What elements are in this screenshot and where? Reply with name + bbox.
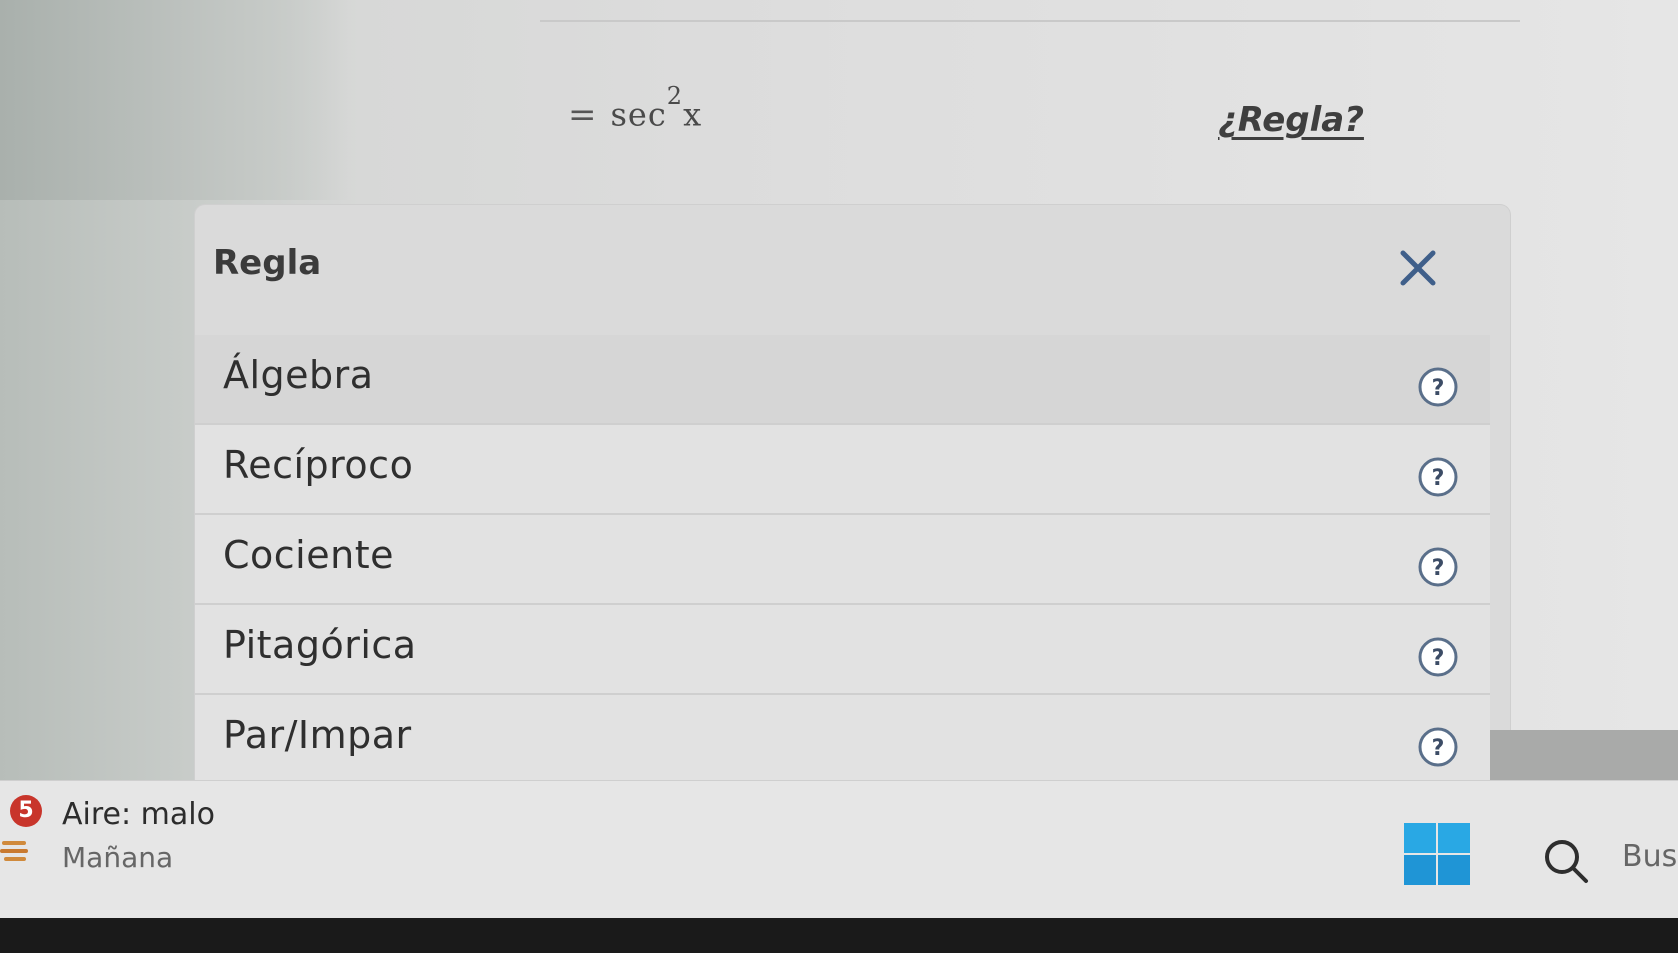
variable: x xyxy=(683,95,703,134)
weather-subtitle: Mañana xyxy=(62,841,174,874)
rule-item-reciprocal[interactable]: Recíproco ? xyxy=(195,425,1490,515)
divider xyxy=(540,20,1520,22)
search-box-text[interactable]: Bus xyxy=(1622,839,1677,874)
help-icon[interactable]: ? xyxy=(1416,365,1460,409)
search-icon[interactable] xyxy=(1542,837,1590,885)
rule-label: Recíproco xyxy=(223,443,414,487)
rule-item-quotient[interactable]: Cociente ? xyxy=(195,515,1490,605)
help-icon[interactable]: ? xyxy=(1416,725,1460,769)
haze-icon xyxy=(0,841,28,861)
function-name: sec xyxy=(610,95,667,134)
rule-item-algebra[interactable]: Álgebra ? xyxy=(195,335,1490,425)
equals-sign: = xyxy=(568,94,597,135)
rule-label: Par/Impar xyxy=(223,713,412,757)
equation-expression: sec2x xyxy=(610,82,703,134)
weather-title: Aire: malo xyxy=(62,797,215,832)
rule-label: Álgebra xyxy=(223,353,374,397)
notification-badge: 5 xyxy=(10,795,42,827)
svg-text:?: ? xyxy=(1432,466,1445,491)
rule-label: Pitagórica xyxy=(223,623,417,667)
panel-title: Regla xyxy=(213,243,322,283)
taskbar: 5 Aire: malo Mañana Bus xyxy=(0,780,1678,919)
rule-item-even-odd[interactable]: Par/Impar ? xyxy=(195,695,1490,785)
rule-link[interactable]: ¿Regla? xyxy=(1218,100,1364,140)
svg-text:?: ? xyxy=(1432,736,1445,761)
close-button[interactable] xyxy=(1395,245,1441,291)
exponent: 2 xyxy=(666,82,684,110)
start-button[interactable] xyxy=(1402,821,1472,887)
rule-panel: Regla Álgebra ? Recíproco ? Cociente ? P… xyxy=(195,205,1510,790)
help-icon[interactable]: ? xyxy=(1416,545,1460,589)
svg-text:?: ? xyxy=(1432,556,1445,581)
screen-bezel xyxy=(0,918,1678,953)
panel-header: Regla xyxy=(195,205,1510,315)
rule-list: Álgebra ? Recíproco ? Cociente ? Pitagór… xyxy=(195,335,1490,785)
svg-text:?: ? xyxy=(1432,646,1445,671)
rule-item-pythagorean[interactable]: Pitagórica ? xyxy=(195,605,1490,695)
page: = sec2x ¿Regla? Regla Álgebra ? Recíproc… xyxy=(0,0,1678,953)
left-shade xyxy=(0,0,350,200)
close-icon xyxy=(1400,250,1436,286)
svg-text:?: ? xyxy=(1432,376,1445,401)
weather-widget[interactable]: 5 Aire: malo Mañana xyxy=(0,793,260,883)
help-icon[interactable]: ? xyxy=(1416,455,1460,499)
help-icon[interactable]: ? xyxy=(1416,635,1460,679)
equation-line: = sec2x xyxy=(568,82,703,135)
windows-logo-icon xyxy=(1404,823,1470,885)
rule-label: Cociente xyxy=(223,533,394,577)
